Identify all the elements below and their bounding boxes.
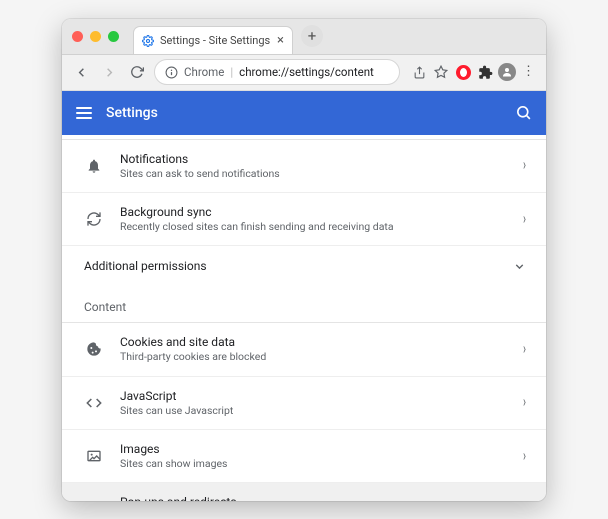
browser-window: Settings - Site Settings × + Chrome | ch…: [62, 19, 546, 501]
chevron-right-icon: ›: [523, 210, 526, 228]
row-title: Notifications: [120, 151, 507, 167]
chevron-right-icon: ›: [523, 157, 526, 175]
chevron-right-icon: ›: [523, 394, 526, 412]
site-info-icon[interactable]: [165, 66, 178, 79]
row-subtitle: Recently closed sites can finish sending…: [120, 220, 507, 234]
setting-background-sync[interactable]: Background sync Recently closed sites ca…: [62, 192, 546, 245]
toolbar-actions: ⋮: [410, 63, 538, 81]
chevron-down-icon: [513, 260, 526, 273]
extensions-button[interactable]: [476, 63, 494, 81]
section-label-content: Content: [62, 286, 546, 322]
browser-tab[interactable]: Settings - Site Settings ×: [133, 26, 293, 54]
setting-javascript[interactable]: JavaScript Sites can use Javascript ›: [62, 376, 546, 429]
row-title: Background sync: [120, 204, 507, 220]
opera-extension-icon[interactable]: [454, 63, 472, 81]
new-tab-button[interactable]: +: [301, 25, 323, 47]
toolbar: Chrome | chrome://settings/content ⋮: [62, 55, 546, 91]
row-text: JavaScript Sites can use Javascript: [120, 388, 507, 418]
row-subtitle: Sites can ask to send notifications: [120, 167, 507, 181]
row-title: Pop-ups and redirects: [120, 494, 507, 500]
expand-label: Additional permissions: [84, 259, 207, 273]
share-button[interactable]: [410, 63, 428, 81]
chevron-right-icon: ›: [523, 447, 526, 465]
row-subtitle: Sites can show images: [120, 457, 507, 471]
row-title: JavaScript: [120, 388, 507, 404]
settings-header: Settings: [62, 91, 546, 135]
row-title: Cookies and site data: [120, 334, 507, 350]
address-scheme: Chrome: [184, 65, 224, 79]
page-title: Settings: [106, 105, 158, 121]
row-subtitle: Sites can use Javascript: [120, 404, 507, 418]
row-text: Images Sites can show images: [120, 441, 507, 471]
address-path: chrome://settings/content: [239, 65, 374, 79]
popup-icon: [84, 499, 104, 500]
tab-favicon-settings-icon: [142, 35, 154, 47]
close-tab-button[interactable]: ×: [277, 34, 284, 47]
tab-title: Settings - Site Settings: [160, 34, 270, 47]
minimize-window-button[interactable]: [90, 31, 101, 42]
row-text: Cookies and site data Third-party cookie…: [120, 334, 507, 364]
menu-button[interactable]: ⋮: [520, 63, 538, 81]
setting-popups[interactable]: Pop-ups and redirects Don't allow sites …: [62, 482, 546, 500]
titlebar: Settings - Site Settings × +: [62, 19, 546, 55]
bell-icon: [84, 156, 104, 176]
sync-icon: [84, 209, 104, 229]
maximize-window-button[interactable]: [108, 31, 119, 42]
row-text: Notifications Sites can ask to send noti…: [120, 151, 507, 181]
search-button[interactable]: [515, 104, 532, 121]
bookmark-button[interactable]: [432, 63, 450, 81]
row-text: Background sync Recently closed sites ca…: [120, 204, 507, 234]
chevron-right-icon: ›: [523, 341, 526, 359]
address-bar[interactable]: Chrome | chrome://settings/content: [154, 59, 400, 85]
traffic-lights: [72, 31, 119, 42]
setting-notifications[interactable]: Notifications Sites can ask to send noti…: [62, 139, 546, 192]
reload-button[interactable]: [126, 61, 148, 83]
code-icon: [84, 393, 104, 413]
row-title: Images: [120, 441, 507, 457]
forward-button[interactable]: [98, 61, 120, 83]
row-text: Pop-ups and redirects Don't allow sites …: [120, 494, 507, 500]
setting-cookies[interactable]: Cookies and site data Third-party cookie…: [62, 322, 546, 375]
profile-button[interactable]: [498, 63, 516, 81]
setting-images[interactable]: Images Sites can show images ›: [62, 429, 546, 482]
close-window-button[interactable]: [72, 31, 83, 42]
image-icon: [84, 446, 104, 466]
additional-permissions-toggle[interactable]: Additional permissions: [62, 245, 546, 286]
back-button[interactable]: [70, 61, 92, 83]
settings-content[interactable]: Notifications Sites can ask to send noti…: [62, 135, 546, 501]
menu-icon[interactable]: [76, 107, 92, 119]
row-subtitle: Third-party cookies are blocked: [120, 350, 507, 364]
cookie-icon: [84, 339, 104, 359]
